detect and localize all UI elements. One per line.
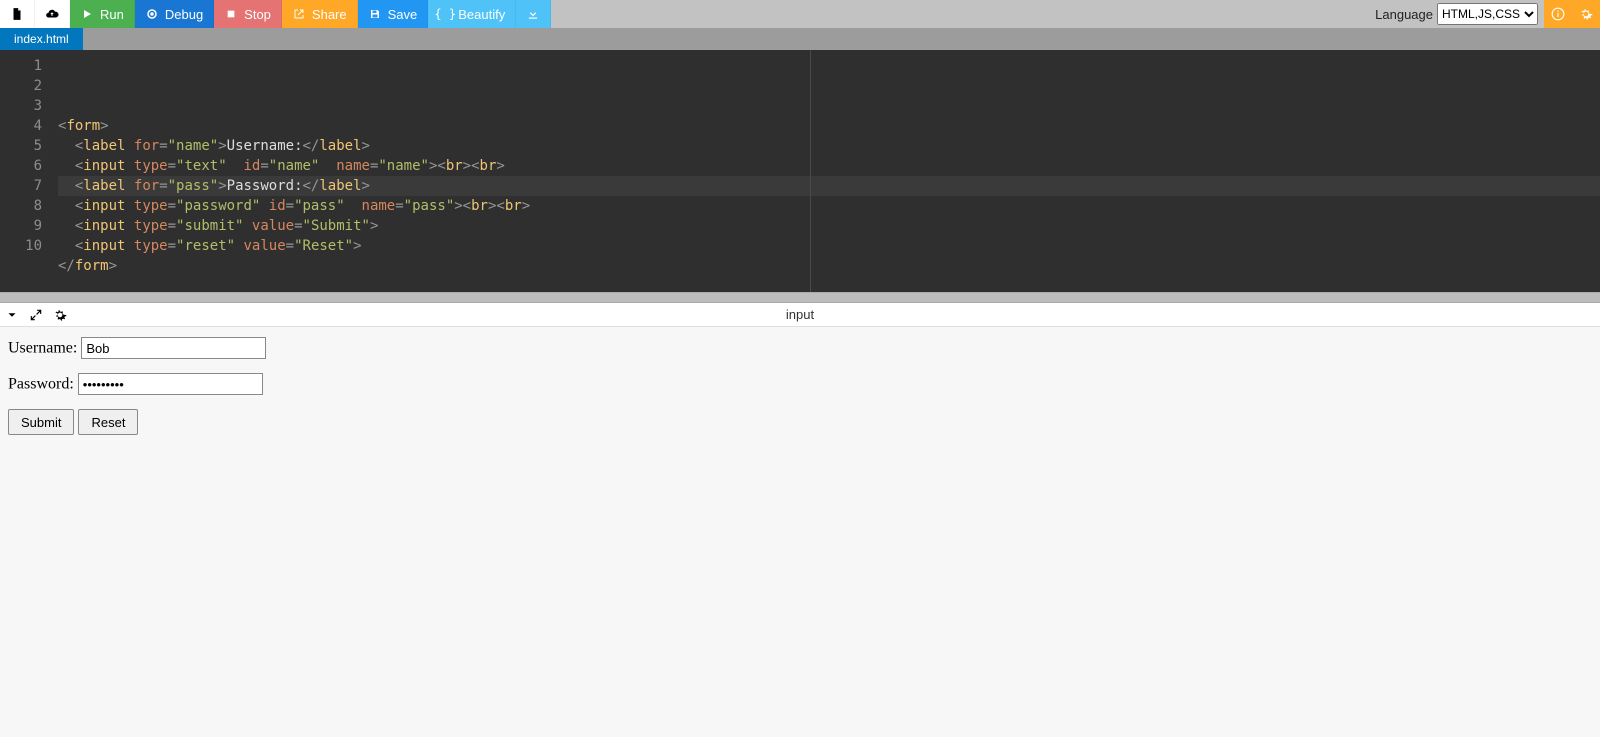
output-header: input	[0, 303, 1600, 327]
code-line[interactable]	[58, 276, 1600, 296]
save-icon	[368, 7, 382, 21]
code-line[interactable]: <input type="submit" value="Submit">	[58, 216, 1600, 236]
share-label: Share	[312, 7, 347, 22]
gear-icon	[53, 308, 67, 322]
beautify-label: Beautify	[458, 7, 505, 22]
cloud-upload-icon	[45, 7, 59, 21]
submit-button[interactable]	[8, 409, 74, 435]
line-number: ▾1	[0, 56, 42, 76]
language-label: Language	[1375, 7, 1433, 22]
share-button[interactable]: Share	[282, 0, 358, 28]
line-number: 3	[0, 96, 42, 116]
code-line[interactable]: <label for="name">Username:</label>	[58, 136, 1600, 156]
language-chooser: Language HTML,JS,CSS	[1369, 0, 1544, 28]
reset-button[interactable]	[78, 409, 138, 435]
debug-label: Debug	[165, 7, 203, 22]
line-number: 2	[0, 76, 42, 96]
line-gutter: ▾12345678910	[0, 50, 50, 256]
save-label: Save	[388, 7, 418, 22]
file-icon	[10, 7, 24, 21]
code-line[interactable]: <form>	[58, 116, 1600, 136]
editor-ruler	[810, 50, 811, 292]
settings-button[interactable]	[1572, 0, 1600, 28]
chevron-down-icon	[5, 308, 19, 322]
line-number: 8	[0, 196, 42, 216]
username-input[interactable]	[81, 337, 266, 359]
code-line[interactable]: <input type="text" id="name" name="name"…	[58, 156, 1600, 176]
line-number: 10	[0, 236, 42, 256]
download-icon	[526, 7, 540, 21]
expand-icon	[29, 308, 43, 322]
expand-output-button[interactable]	[24, 303, 48, 327]
help-button[interactable]	[1544, 0, 1572, 28]
braces-icon: { }	[438, 7, 452, 21]
password-input[interactable]	[78, 373, 263, 395]
run-button[interactable]: Run	[70, 0, 135, 28]
download-button[interactable]	[516, 0, 551, 28]
share-icon	[292, 7, 306, 21]
output-settings-button[interactable]	[48, 303, 72, 327]
line-number: 9	[0, 216, 42, 236]
target-icon	[145, 7, 159, 21]
stop-button[interactable]: Stop	[214, 0, 282, 28]
debug-button[interactable]: Debug	[135, 0, 214, 28]
demo-form: Username: Password:	[8, 337, 1592, 435]
line-number: 5	[0, 136, 42, 156]
save-button[interactable]: Save	[358, 0, 429, 28]
new-file-button[interactable]	[0, 0, 35, 28]
password-label: Password:	[8, 376, 74, 393]
code-line[interactable]: <label for="pass">Password:</label>	[58, 176, 1600, 196]
output-title: input	[786, 307, 814, 322]
collapse-output-button[interactable]	[0, 303, 24, 327]
tab-index-html[interactable]: index.html	[0, 28, 83, 50]
toolbar: Run Debug Stop Share Save { } Beautify L…	[0, 0, 1600, 28]
code-line[interactable]: </form>	[58, 256, 1600, 276]
language-select[interactable]: HTML,JS,CSS	[1437, 3, 1538, 25]
toolbar-spacer	[551, 0, 1369, 28]
tab-bar: index.html	[0, 28, 1600, 50]
info-icon	[1551, 7, 1565, 21]
line-number: 4	[0, 116, 42, 136]
line-number: 7	[0, 176, 42, 196]
line-number: 6	[0, 156, 42, 176]
code-editor[interactable]: ▾12345678910 <form> <label for="name">Us…	[0, 50, 1600, 292]
code-area[interactable]: <form> <label for="name">Username:</labe…	[50, 50, 1600, 292]
output-pane: Username: Password:	[0, 327, 1600, 737]
code-line[interactable]: <input type="reset" value="Reset">	[58, 236, 1600, 256]
upload-button[interactable]	[35, 0, 70, 28]
play-icon	[80, 7, 94, 21]
run-label: Run	[100, 7, 124, 22]
stop-label: Stop	[244, 7, 271, 22]
beautify-button[interactable]: { } Beautify	[428, 0, 516, 28]
gear-icon	[1579, 7, 1593, 21]
stop-icon	[224, 7, 238, 21]
code-line[interactable]: <input type="password" id="pass" name="p…	[58, 196, 1600, 216]
username-label: Username:	[8, 340, 77, 357]
